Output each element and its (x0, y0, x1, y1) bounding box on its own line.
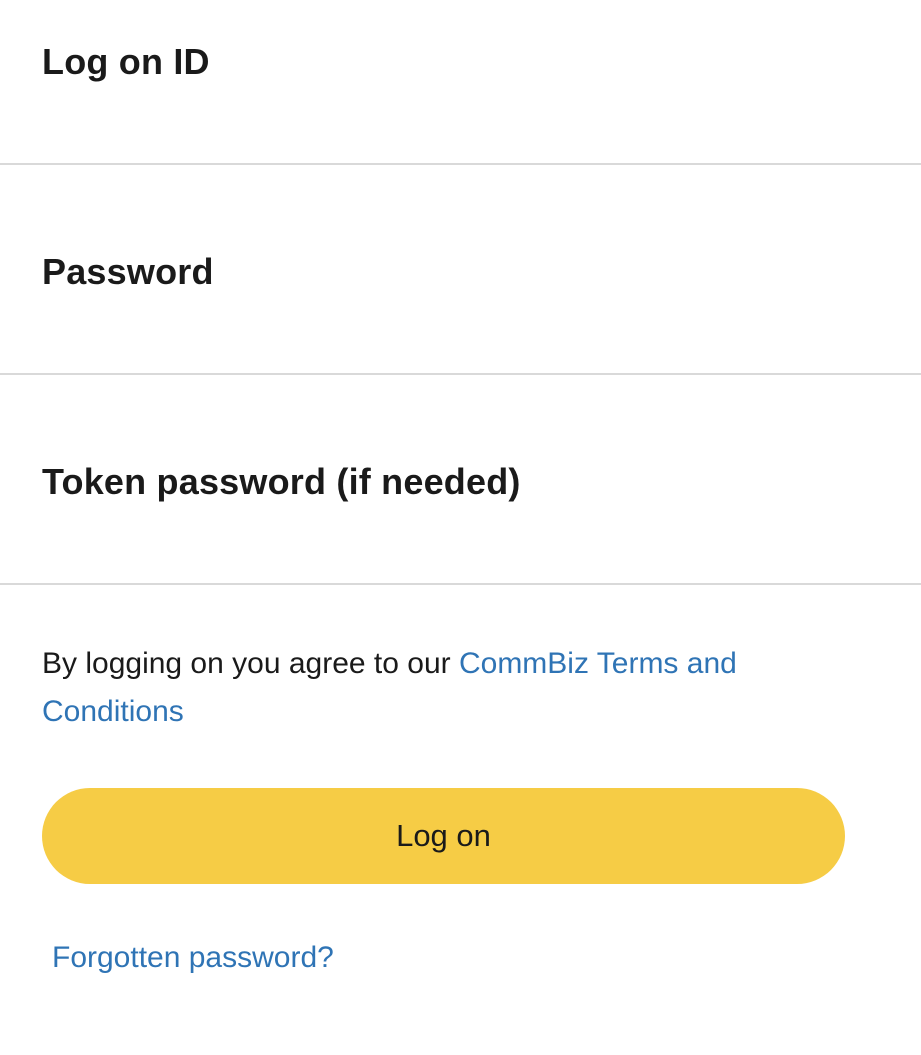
terms-prefix-text: By logging on you agree to our (42, 647, 451, 680)
logon-id-label: Log on ID (42, 41, 210, 82)
terms-notice: By logging on you agree to our CommBiz T… (42, 640, 862, 736)
token-password-field[interactable]: Token password (if needed) (0, 375, 921, 585)
token-password-input[interactable] (42, 515, 879, 559)
forgotten-password-link[interactable]: Forgotten password? (52, 936, 334, 980)
log-on-button[interactable]: Log on (42, 788, 845, 884)
token-password-label: Token password (if needed) (42, 461, 521, 502)
password-field[interactable]: Password (0, 165, 921, 375)
logon-id-field[interactable]: Log on ID (0, 0, 921, 165)
password-label: Password (42, 251, 214, 292)
logon-id-input[interactable] (42, 95, 879, 139)
password-input[interactable] (42, 305, 879, 349)
